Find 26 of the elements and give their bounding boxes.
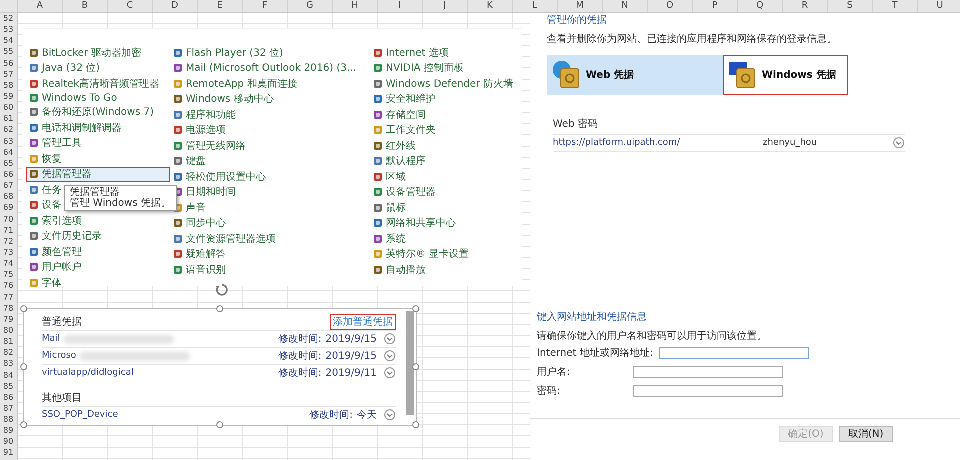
modified-date: 2019/9/11 bbox=[326, 368, 377, 378]
credential-name: Mail bbox=[42, 334, 60, 344]
tooltip-text: 管理 Windows 凭据。 bbox=[70, 198, 171, 209]
field-label: 用户名: bbox=[537, 366, 572, 378]
tooltip-title: 凭据管理器 bbox=[70, 187, 121, 198]
field-label: 密码: bbox=[537, 384, 562, 398]
credential-url: https://platform.uipath.com/ bbox=[553, 138, 682, 148]
credential-name: Microso bbox=[42, 351, 76, 361]
modified-date: 今天 bbox=[357, 409, 377, 422]
form-description: 请确保你键入的用户名和密码可以用于访问该位置。 bbox=[537, 330, 768, 343]
page-title: 管理你的凭据 bbox=[547, 14, 608, 27]
list-title: Web 密码 bbox=[553, 118, 599, 131]
credential-user: zhenyu_hou bbox=[763, 138, 818, 148]
modified-date: 2019/9/15 bbox=[326, 334, 377, 344]
form-title: 键入网站地址和凭据信息 bbox=[537, 310, 648, 324]
modified-label: 修改时间: bbox=[278, 332, 322, 346]
section-title: 普通凭据 bbox=[42, 316, 82, 329]
description: 查看并删除你为网站、已连接的应用程序和网络保存的登录信息。 bbox=[547, 32, 838, 46]
field-label: Internet 地址或网络地址: bbox=[537, 346, 654, 360]
modified-date: 2019/9/15 bbox=[326, 350, 377, 362]
credential-name: SSO_POP_Device bbox=[42, 410, 118, 420]
section-title: 其他项目 bbox=[42, 392, 82, 405]
credential-name: virtualapp/didlogical bbox=[42, 368, 134, 378]
modified-label: 修改时间: bbox=[278, 350, 322, 363]
modified-label: 修改时间: bbox=[278, 366, 322, 380]
modified-label: 修改时间: bbox=[310, 408, 353, 422]
